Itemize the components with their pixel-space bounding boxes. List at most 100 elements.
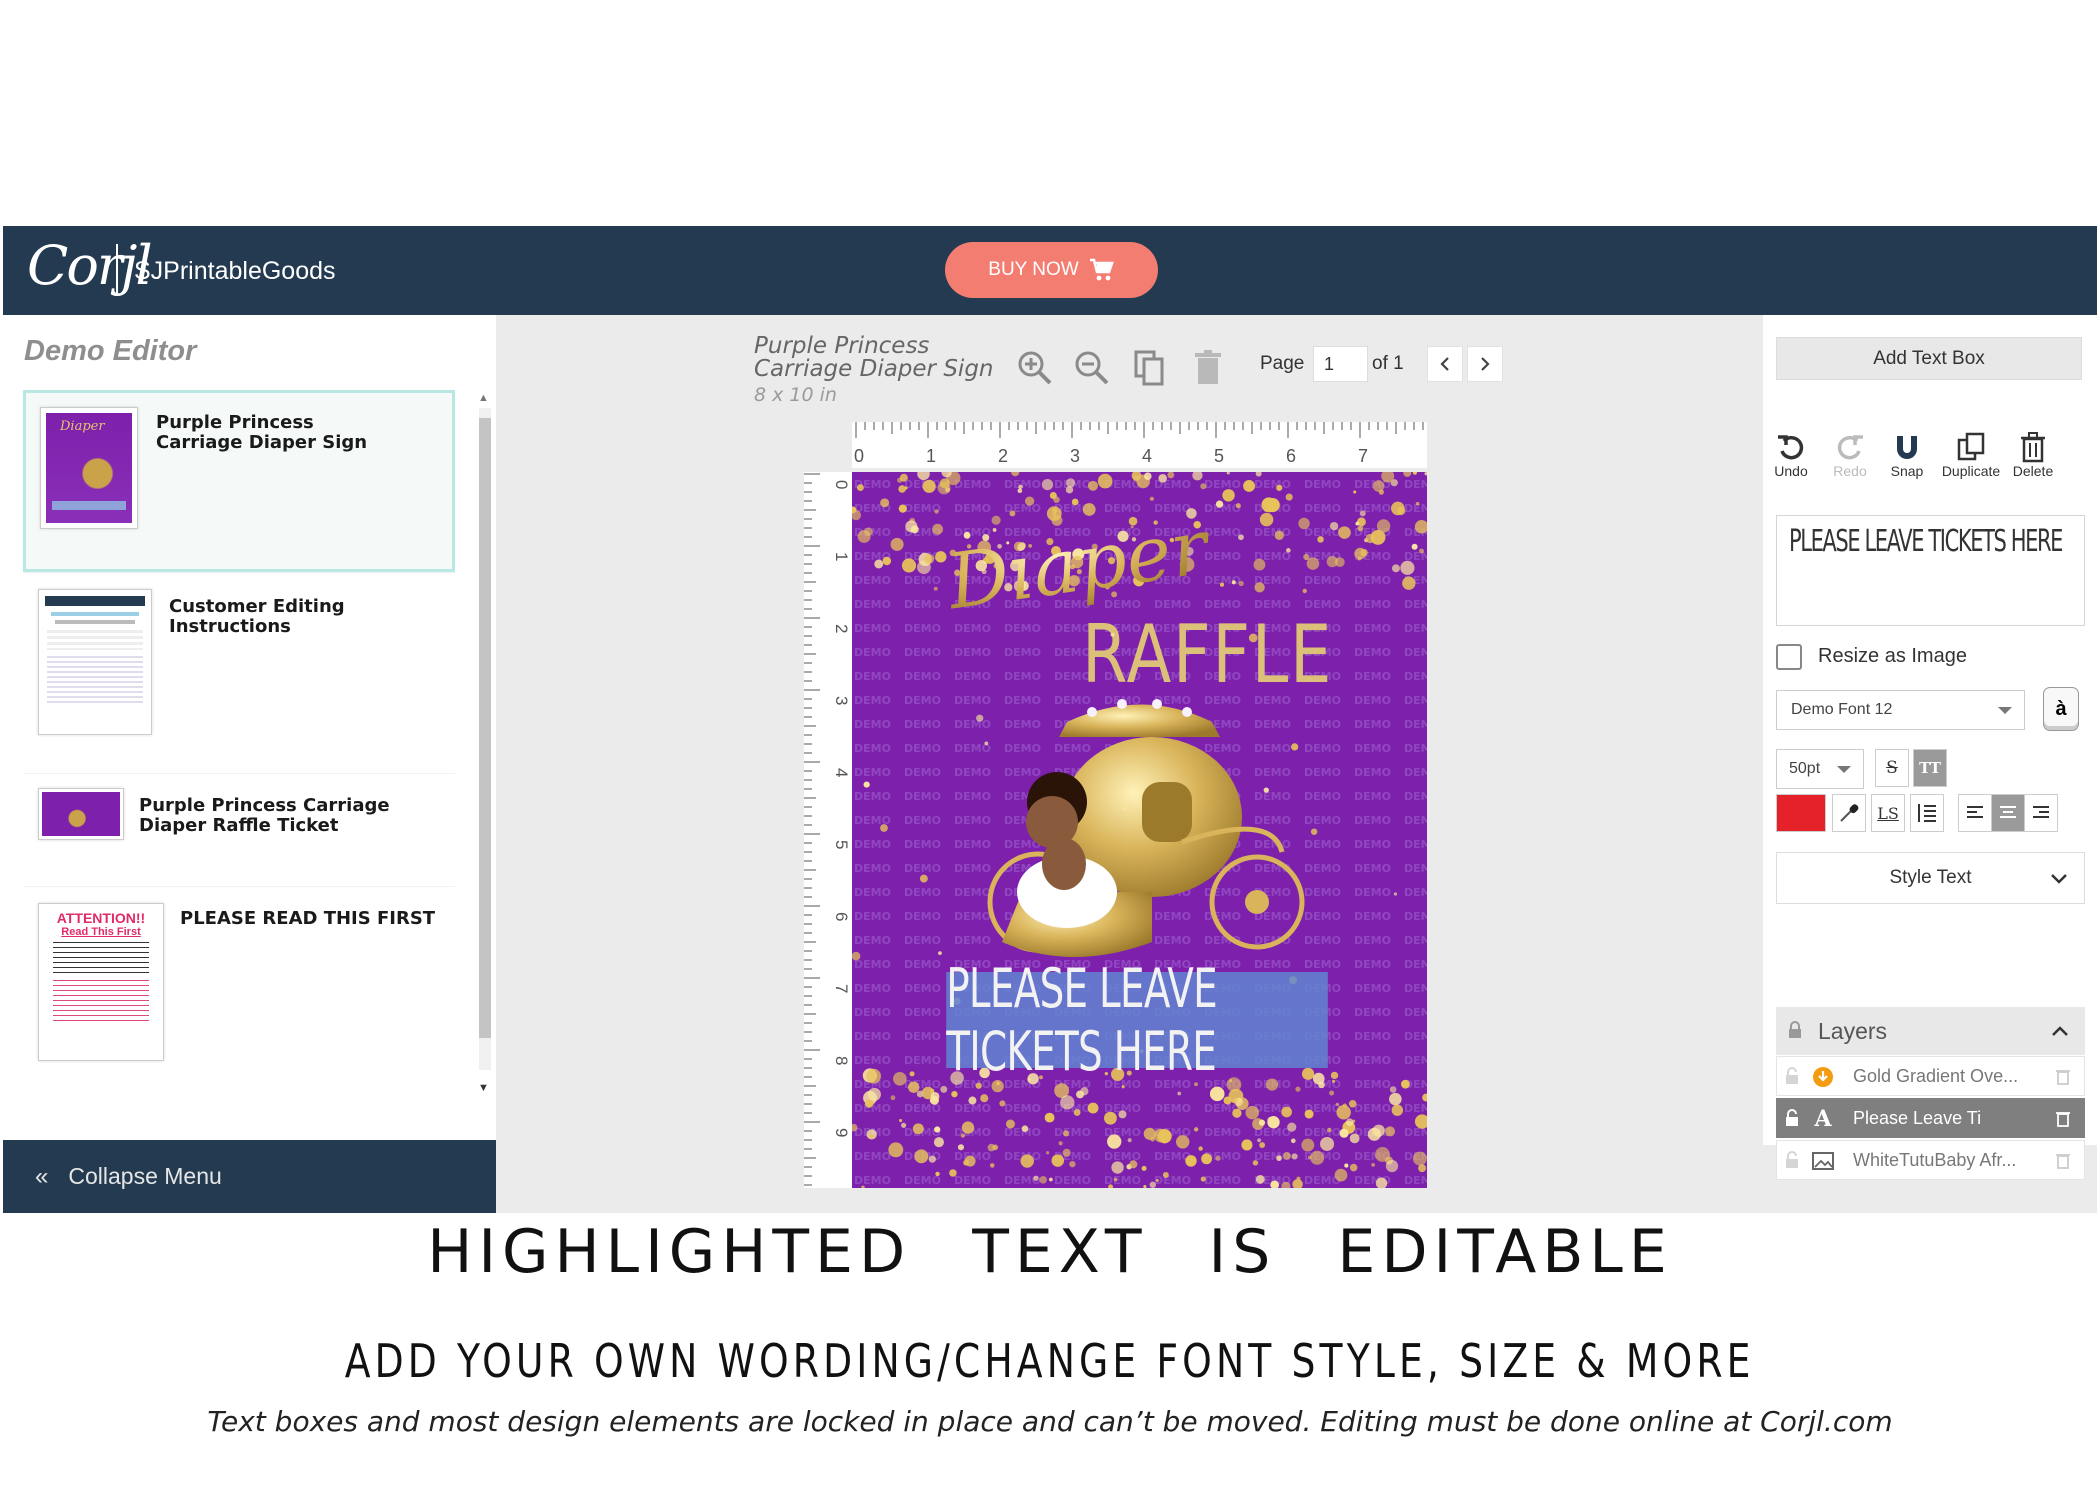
sparkle	[1245, 1105, 1260, 1120]
right-panel: Add Text Box Undo Redo Snap Duplicate De…	[1763, 315, 2097, 1180]
text-content-field[interactable]: PLEASE LEAVE TICKETS HERE	[1776, 515, 2085, 626]
ruler-label: 6	[1286, 446, 1296, 466]
dropdown-caret-icon	[1998, 707, 2012, 714]
copy-page-icon[interactable]	[1131, 348, 1171, 388]
list-item-instructions[interactable]: Customer Editing Instructions	[23, 573, 455, 773]
sparkle	[1339, 1128, 1349, 1138]
sparkle	[1310, 1150, 1325, 1165]
prev-page-button[interactable]	[1427, 346, 1463, 382]
text-color-swatch[interactable]	[1776, 794, 1826, 832]
sparkle	[1127, 1138, 1132, 1143]
sparkle	[932, 523, 944, 535]
font-select[interactable]: Demo Font 12	[1776, 690, 2025, 730]
sparkle	[1304, 1109, 1314, 1119]
sparkle	[1335, 1102, 1339, 1107]
thumbnail-raffle-ticket	[38, 788, 124, 840]
sparkle	[1046, 1151, 1050, 1155]
sparkle	[1157, 1129, 1172, 1144]
sparkle	[919, 874, 928, 883]
sparkle	[897, 477, 903, 483]
eyedropper-button[interactable]	[1832, 794, 1866, 832]
sparkle	[1200, 483, 1207, 490]
item-label: PLEASE READ THIS FIRST	[180, 908, 436, 929]
line-height-button[interactable]	[1910, 794, 1944, 832]
zoom-in-icon[interactable]	[1015, 348, 1055, 388]
delete-button[interactable]: Delete	[2005, 425, 2061, 479]
letter-spacing-button[interactable]: LS	[1871, 794, 1905, 832]
layer-row-selected[interactable]: A Please Leave Ti	[1776, 1098, 2085, 1138]
sparkle	[1283, 1152, 1291, 1160]
undo-button[interactable]: Undo	[1763, 425, 1819, 479]
uppercase-button[interactable]: TT	[1913, 749, 1947, 787]
sparkle	[856, 484, 864, 492]
sparkle	[882, 556, 892, 566]
strikethrough-button[interactable]: S	[1875, 749, 1909, 787]
sparkle	[899, 1118, 903, 1123]
sparkle	[1018, 484, 1023, 490]
sparkle	[1402, 576, 1416, 590]
sparkle	[1302, 588, 1307, 594]
sparkle	[1344, 1163, 1349, 1168]
list-item-raffle-ticket[interactable]: Purple Princess Carriage Diaper Raffle T…	[23, 774, 455, 886]
duplicate-button[interactable]: Duplicate	[1939, 425, 2003, 479]
zoom-out-icon[interactable]	[1072, 348, 1112, 388]
font-glyph-button[interactable]: à	[2043, 687, 2079, 731]
sparkle	[1071, 498, 1079, 506]
corjl-logo[interactable]: Corjl	[27, 234, 153, 297]
layer-row[interactable]: WhiteTutuBaby Afr...	[1776, 1140, 2085, 1180]
sparkle	[961, 1121, 975, 1134]
sparkle	[1024, 496, 1035, 506]
scroll-up-icon[interactable]: ▲	[478, 392, 489, 404]
style-text-label: Style Text	[1889, 867, 1972, 888]
design-canvas[interactable]: DEMO Diaper RAFFLE	[852, 472, 1427, 1188]
raffle-heading: RAFFLE	[1082, 609, 1333, 702]
align-left-icon	[1967, 806, 1983, 818]
align-center-button[interactable]	[1991, 794, 2025, 832]
sparkle	[1295, 1086, 1301, 1092]
sparkle	[912, 1123, 924, 1135]
redo-button[interactable]: Redo	[1822, 425, 1878, 479]
list-scrollbar[interactable]: ▲ ▼	[475, 390, 495, 1100]
delete-page-icon[interactable]	[1189, 348, 1229, 388]
align-right-button[interactable]	[2024, 794, 2058, 832]
sparkle	[1238, 580, 1244, 587]
scroll-down-icon[interactable]: ▼	[478, 1082, 489, 1094]
ruler-label: 9	[832, 1128, 851, 1137]
undo-icon	[1778, 435, 1804, 460]
add-text-box-button[interactable]: Add Text Box	[1776, 337, 2082, 380]
page-number-input[interactable]	[1313, 346, 1368, 382]
ruler-label: 3	[832, 696, 851, 705]
sparkle	[1065, 478, 1076, 488]
snap-button[interactable]: Snap	[1879, 425, 1935, 479]
align-left-button[interactable]	[1958, 794, 1992, 832]
collapse-menu-button[interactable]: « Collapse Menu	[3, 1140, 496, 1213]
resize-as-image-checkbox[interactable]	[1776, 644, 1802, 670]
eyedropper-icon	[1840, 804, 1859, 822]
sparkle	[1060, 1095, 1075, 1110]
layers-title: Layers	[1818, 1018, 1888, 1044]
editable-text-box[interactable]: PLEASE LEAVE TICKETS HERE	[946, 957, 1328, 1083]
sparkle	[1110, 632, 1115, 637]
unlock-icon	[1786, 1109, 1798, 1126]
sparkle	[1200, 1176, 1206, 1182]
ruler-label: 6	[832, 912, 851, 921]
sparkle	[1355, 521, 1360, 526]
layers-header[interactable]: Layers	[1776, 1007, 2085, 1055]
buy-now-button[interactable]: BUY NOW	[945, 242, 1158, 298]
sparkle	[1177, 1091, 1182, 1096]
ruler-label: 1	[832, 552, 851, 561]
list-item-read-first[interactable]: ATTENTION!! Read This First PLEASE READ …	[23, 887, 455, 1100]
style-text-dropdown[interactable]: Style Text	[1776, 852, 2085, 904]
ruler-label: 8	[832, 1056, 851, 1065]
font-size-select[interactable]: 50pt	[1776, 749, 1864, 789]
sparkle	[1400, 560, 1415, 575]
document-title: Purple Princess Carriage Diaper Sign	[754, 333, 994, 382]
sparkle	[989, 1163, 995, 1168]
scroll-thumb[interactable]	[479, 418, 491, 1038]
sparkle	[874, 559, 884, 569]
layer-row[interactable]: Gold Gradient Ove...	[1776, 1056, 2085, 1096]
list-item-diaper-sign[interactable]: Diaper Purple Princess Carriage Diaper S…	[23, 390, 455, 572]
next-page-button[interactable]	[1467, 346, 1503, 382]
sparkle	[1121, 1085, 1125, 1089]
dropdown-caret-icon	[1837, 766, 1851, 773]
